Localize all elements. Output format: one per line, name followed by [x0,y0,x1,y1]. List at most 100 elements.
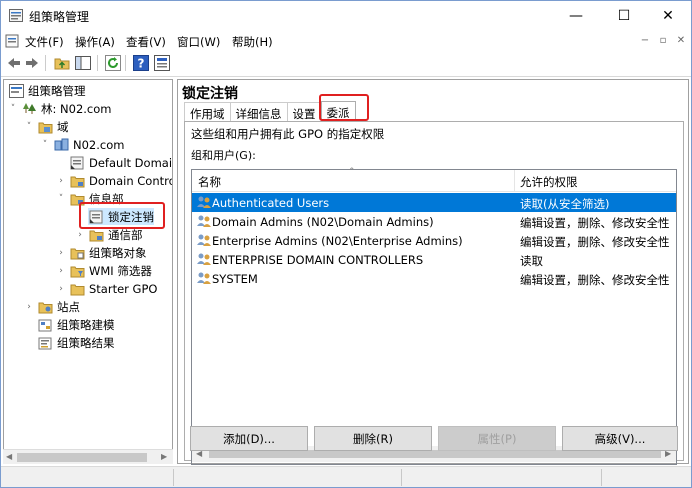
tree-node-domains[interactable]: ˅ 域 [24,118,69,135]
maximize-button[interactable]: ☐ [601,1,647,31]
scrollbar-thumb[interactable] [209,450,661,458]
tree-node-label: 组策略结果 [57,335,115,350]
toolbar-separator [45,55,46,71]
expand-arrow-icon[interactable]: › [56,248,66,258]
wmi-folder-icon [69,263,85,278]
add-button[interactable]: 添加(D)... [190,426,308,451]
minimize-icon: — [569,8,583,24]
column-divider[interactable] [514,170,515,192]
tab-scope[interactable]: 作用域 [184,102,231,122]
tree-node-gpm-root[interactable]: 组策略管理 [8,82,86,99]
menu-help[interactable]: 帮助(H) [232,34,273,50]
tree-node-default-domain-policy[interactable]: Default Domai [69,154,172,171]
console-tree: 组策略管理 ˅ 林: N02.com ˅ 域 ˅ N02.com Default… [3,79,173,464]
scroll-left-icon[interactable]: ◀ [6,452,12,461]
user-group-icon [197,253,211,265]
show-tree-icon [75,56,91,70]
expand-arrow-icon[interactable]: › [56,284,66,294]
results-icon [37,335,53,350]
tree-node-forest[interactable]: ˅ 林: N02.com [8,100,112,117]
list-item[interactable]: Domain Admins (N02\Domain Admins) 编辑设置，删… [192,212,676,231]
column-header-permission[interactable]: 允许的权限 [520,174,578,190]
expand-arrow-icon[interactable]: › [56,266,66,276]
show-hide-tree-button[interactable] [74,54,92,72]
expand-arrow-icon[interactable]: ˅ [8,104,18,114]
up-one-level-button[interactable] [53,54,71,72]
help-icon: ? [133,55,149,71]
scrollbar-thumb[interactable] [17,453,147,462]
minimize-button[interactable]: — [553,1,599,31]
delegation-description: 这些组和用户拥有此 GPO 的指定权限 [191,127,385,141]
tree-horizontal-scrollbar[interactable]: ◀ ▶ [3,449,173,464]
groups-users-label: 组和用户(G): [191,149,256,162]
tree-node-label: Default Domai [89,155,173,170]
tree-node-domain-n02[interactable]: ˅ N02.com [40,136,125,153]
remove-button[interactable]: 删除(R) [314,426,432,451]
close-icon: ✕ [662,8,674,24]
tree-node-label: 组策略管理 [28,83,86,98]
list-item[interactable]: Enterprise Admins (N02\Enterprise Admins… [192,231,676,250]
mdi-minimize-button[interactable]: − [637,33,653,49]
expand-arrow-icon[interactable]: ˅ [56,194,66,204]
highlight-box-lockout-gpo [79,202,165,229]
list-item[interactable]: Authenticated Users 读取(从安全筛选) [192,193,676,212]
tree-node-gpo-objects[interactable]: › 组策略对象 [56,244,146,261]
row-permission: 读取(从安全筛选) [520,197,610,211]
status-bar [1,466,691,487]
menu-action[interactable]: 操作(A) [75,34,115,50]
tree-node-starter-gpo[interactable]: › Starter GPO [56,280,157,297]
toolbar-separator [125,55,126,71]
tree-node-label: 组策略建模 [57,317,115,332]
tab-details[interactable]: 详细信息 [229,102,288,122]
tree-node-sites[interactable]: › 站点 [24,298,80,315]
list-header: ^ 名称 允许的权限 [192,167,676,192]
expand-arrow-icon[interactable]: › [56,176,66,186]
status-divider [173,469,174,486]
row-permission: 编辑设置，删除、修改安全性 [520,216,670,230]
row-name: SYSTEM [212,272,258,286]
refresh-button[interactable] [104,54,122,72]
advanced-button[interactable]: 高级(V)... [562,426,678,451]
list-item[interactable]: ENTERPRISE DOMAIN CONTROLLERS 读取 [192,250,676,269]
modeling-icon [37,317,53,332]
tree-node-label: Domain Contro [89,173,173,188]
menu-file[interactable]: 文件(F) [25,34,64,50]
up-folder-icon [54,58,70,70]
sites-icon [37,299,53,314]
back-button[interactable] [5,54,23,72]
row-name: Enterprise Admins (N02\Enterprise Admins… [212,234,463,248]
forward-button[interactable] [23,54,41,72]
mdi-close-button[interactable]: ✕ [673,33,689,49]
maximize-icon: ☐ [617,8,631,24]
tree-node-gp-results[interactable]: 组策略结果 [37,334,115,351]
forest-icon [21,101,37,116]
properties-button[interactable] [153,54,171,72]
column-header-name[interactable]: 名称 [198,174,221,190]
tree-node-wmi-filters[interactable]: › WMI 筛选器 [56,262,152,279]
properties-icon [154,55,170,71]
help-button[interactable]: ? [132,54,150,72]
tree-node-label: 站点 [57,299,80,314]
tree-node-label: N02.com [73,137,125,152]
expand-arrow-icon[interactable]: ˅ [40,140,50,150]
tree-node-label: 域 [57,119,69,134]
svg-text:?: ? [138,57,145,71]
menu-window[interactable]: 窗口(W) [177,34,220,50]
expand-arrow-icon[interactable]: › [24,302,34,312]
user-group-icon [197,234,211,246]
close-button[interactable]: ✕ [645,1,691,31]
mmc-menu-icon[interactable] [5,34,19,48]
expand-arrow-icon[interactable]: › [75,230,85,240]
tab-settings[interactable]: 设置 [286,102,322,122]
tree-node-domain-controllers[interactable]: › Domain Contro [56,172,173,189]
permissions-list[interactable]: ^ 名称 允许的权限 Authenticated Users 读取(从安全筛选)… [191,167,677,465]
menu-view[interactable]: 查看(V) [126,34,166,50]
expand-arrow-icon[interactable]: ˅ [24,122,34,132]
refresh-icon [105,55,121,71]
mdi-restore-button[interactable]: ▫ [655,33,671,49]
list-item[interactable]: SYSTEM 编辑设置，删除、修改安全性 [192,269,676,288]
toolbar: ? [1,51,691,77]
properties-button[interactable]: 属性(P) [438,426,556,451]
scroll-right-icon[interactable]: ▶ [161,452,167,461]
tree-node-gp-modeling[interactable]: 组策略建模 [37,316,115,333]
